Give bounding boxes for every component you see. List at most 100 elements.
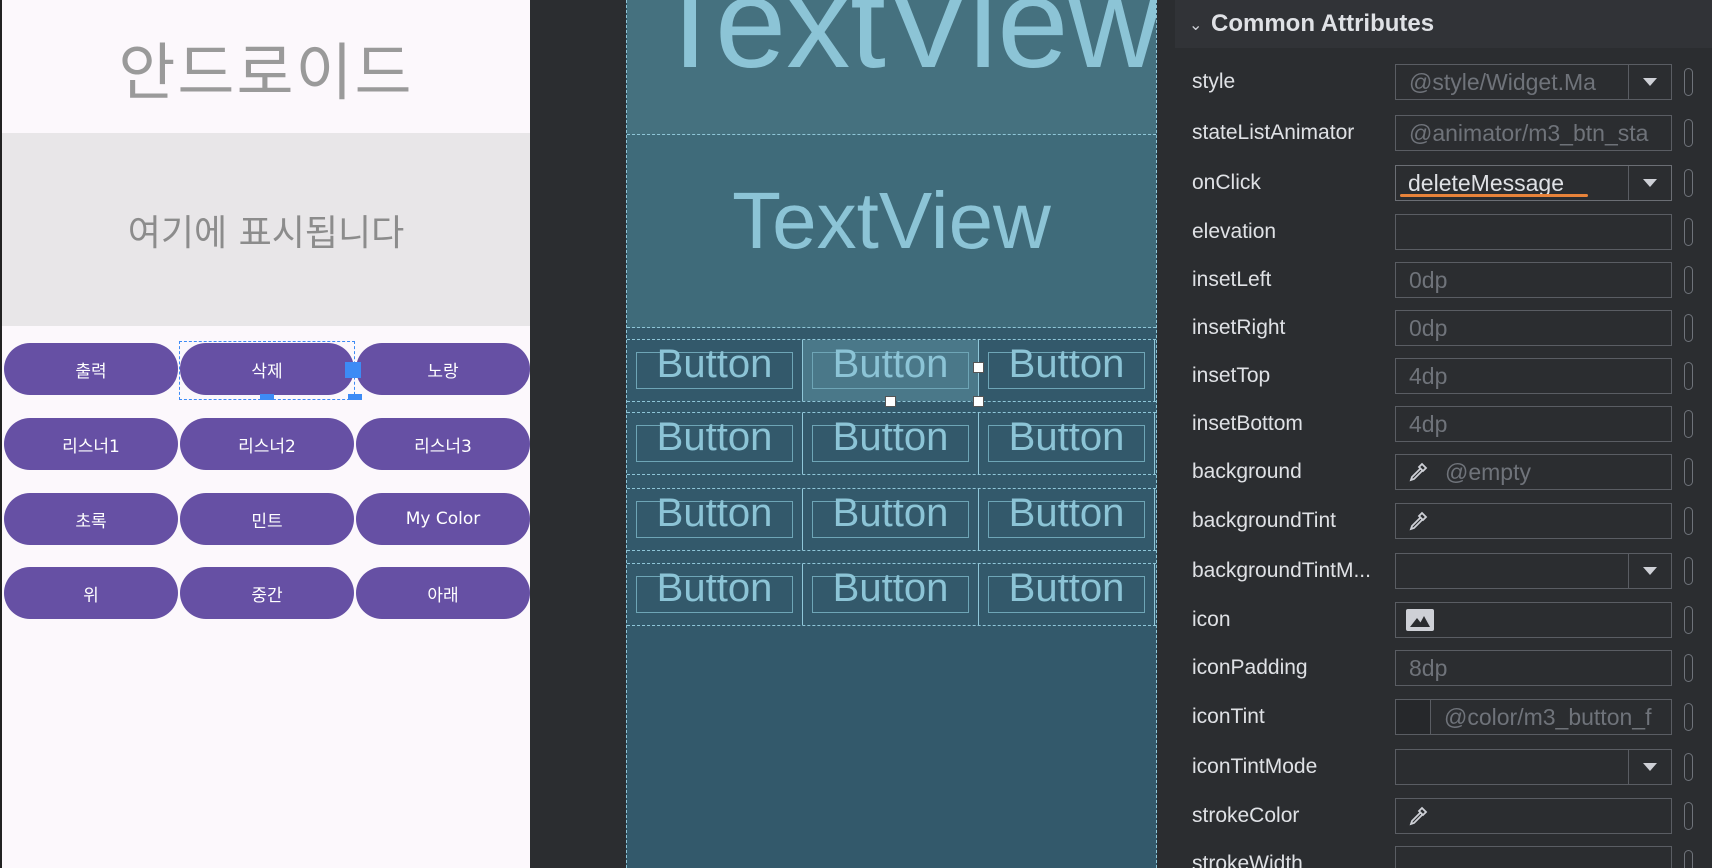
attribute-value: @animator/m3_btn_sta (1409, 119, 1649, 146)
attribute-value-field[interactable]: @style/Widget.Ma (1395, 64, 1672, 100)
resource-picker-icon[interactable] (1684, 458, 1693, 486)
attribute-value-field[interactable] (1395, 749, 1672, 785)
resource-picker-icon[interactable] (1684, 68, 1693, 96)
blueprint-button[interactable]: Button (979, 489, 1155, 550)
blueprint-button[interactable]: Button (627, 413, 803, 474)
resource-picker-icon[interactable] (1684, 362, 1693, 390)
attribute-name: strokeWidth (1192, 852, 1303, 868)
resource-picker-icon[interactable] (1684, 654, 1693, 682)
attribute-value-field[interactable]: 0dp (1395, 310, 1672, 346)
resource-picker-icon[interactable] (1684, 507, 1693, 535)
blueprint-button[interactable]: Button (803, 564, 979, 625)
eyedropper-icon[interactable] (1406, 509, 1430, 533)
attribute-value-field[interactable]: deleteMessage (1395, 165, 1672, 201)
blueprint-button[interactable]: Button (627, 564, 803, 625)
design-button[interactable]: 민트 (180, 493, 354, 545)
design-button[interactable]: My Color (356, 493, 530, 545)
resize-handle[interactable] (348, 394, 362, 400)
attribute-value-field[interactable]: 8dp (1395, 650, 1672, 686)
dropdown-arrow-icon[interactable] (1628, 750, 1671, 784)
blueprint-button[interactable]: Button (803, 340, 979, 401)
resource-picker-icon[interactable] (1684, 606, 1693, 634)
design-button[interactable]: 리스너1 (4, 418, 178, 470)
attribute-value: 4dp (1409, 410, 1448, 437)
blueprint-button[interactable]: Button (979, 564, 1155, 625)
dropdown-arrow-icon[interactable] (1628, 65, 1671, 99)
design-button[interactable]: 중간 (180, 567, 354, 619)
display-text[interactable]: 여기에 표시됩니다 (2, 133, 530, 326)
attribute-row: backgroundTintM... (1175, 547, 1712, 595)
attribute-value-field[interactable]: 0dp (1395, 262, 1672, 298)
color-swatch[interactable] (1396, 700, 1431, 734)
attribute-row: insetLeft 0dp (1175, 256, 1712, 304)
blueprint-button[interactable]: Button (627, 489, 803, 550)
blueprint-title-label: TextView (651, 0, 1156, 95)
attribute-value-field[interactable]: @animator/m3_btn_sta (1395, 115, 1672, 151)
attribute-name: insetTop (1192, 364, 1271, 387)
attribute-name: style (1192, 70, 1236, 93)
attribute-name: stateListAnimator (1192, 121, 1355, 144)
resource-picker-icon[interactable] (1684, 703, 1693, 731)
dropdown-arrow-icon[interactable] (1628, 554, 1671, 588)
attribute-value-field[interactable]: 4dp (1395, 358, 1672, 394)
resource-picker-icon[interactable] (1684, 314, 1693, 342)
chevron-down-icon: ⌄ (1189, 14, 1203, 34)
blueprint-button[interactable]: Button (979, 340, 1155, 401)
attribute-value-field[interactable] (1395, 846, 1672, 868)
blueprint-display-textview[interactable]: TextView (627, 135, 1156, 328)
resource-picker-icon[interactable] (1684, 266, 1693, 294)
blueprint-button[interactable]: Button (979, 413, 1155, 474)
attribute-value-field[interactable] (1395, 214, 1672, 250)
attribute-row: background @empty (1175, 448, 1712, 496)
resource-picker-icon[interactable] (1684, 169, 1693, 197)
attribute-value-field[interactable]: @color/m3_button_f (1395, 699, 1672, 735)
design-button[interactable]: 초록 (4, 493, 178, 545)
title-text[interactable]: 안드로이드 (2, 0, 530, 133)
blueprint-button[interactable]: Button (803, 413, 979, 474)
blueprint-resize-handle[interactable] (973, 396, 984, 407)
attribute-value-field[interactable] (1395, 503, 1672, 539)
resource-picker-icon[interactable] (1684, 850, 1693, 868)
attribute-value-field[interactable]: 4dp (1395, 406, 1672, 442)
common-attributes-header[interactable]: ⌄ Common Attributes (1175, 0, 1712, 48)
design-button[interactable]: 리스너2 (180, 418, 354, 470)
design-button[interactable]: 리스너3 (356, 418, 530, 470)
resource-picker-icon[interactable] (1684, 557, 1693, 585)
attribute-row: iconPadding 8dp (1175, 644, 1712, 692)
blueprint-button[interactable]: Button (627, 340, 803, 401)
attribute-row: onClick deleteMessage (1175, 159, 1712, 207)
resource-picker-icon[interactable] (1684, 802, 1693, 830)
resize-handle[interactable] (345, 362, 361, 378)
attribute-name: iconPadding (1192, 656, 1308, 679)
resource-picker-icon[interactable] (1684, 218, 1693, 246)
resource-picker-icon[interactable] (1684, 410, 1693, 438)
spellcheck-underline (1400, 194, 1588, 197)
blueprint-title-textview[interactable]: TextView (627, 0, 1156, 135)
attribute-name: insetBottom (1192, 412, 1303, 435)
attribute-row: stateListAnimator @animator/m3_btn_sta (1175, 109, 1712, 157)
resource-picker-icon[interactable] (1684, 119, 1693, 147)
design-button[interactable]: 출력 (4, 343, 178, 395)
blueprint-button-label: Button (1008, 491, 1125, 535)
blueprint-button-label: Button (1008, 415, 1125, 459)
eyedropper-icon[interactable] (1406, 460, 1430, 484)
attribute-value-field[interactable] (1395, 602, 1672, 638)
resource-picker-icon[interactable] (1684, 753, 1693, 781)
eyedropper-icon[interactable] (1406, 804, 1430, 828)
attribute-value-field[interactable] (1395, 798, 1672, 834)
attribute-value-field[interactable] (1395, 553, 1672, 589)
design-button[interactable]: 위 (4, 567, 178, 619)
design-button[interactable]: 아래 (356, 567, 530, 619)
attribute-row: insetTop 4dp (1175, 352, 1712, 400)
attribute-value-field[interactable]: @empty (1395, 454, 1672, 490)
blueprint-resize-handle[interactable] (885, 396, 896, 407)
blueprint-resize-handle[interactable] (973, 362, 984, 373)
blueprint-button-label: Button (1008, 342, 1125, 386)
image-icon[interactable] (1406, 609, 1434, 631)
resize-handle[interactable] (260, 394, 274, 400)
design-button[interactable]: 노랑 (356, 343, 530, 395)
dropdown-arrow-icon[interactable] (1628, 166, 1671, 200)
design-button[interactable]: 삭제 (180, 343, 354, 395)
blueprint-button[interactable]: Button (803, 489, 979, 550)
attribute-name: background (1192, 460, 1302, 483)
